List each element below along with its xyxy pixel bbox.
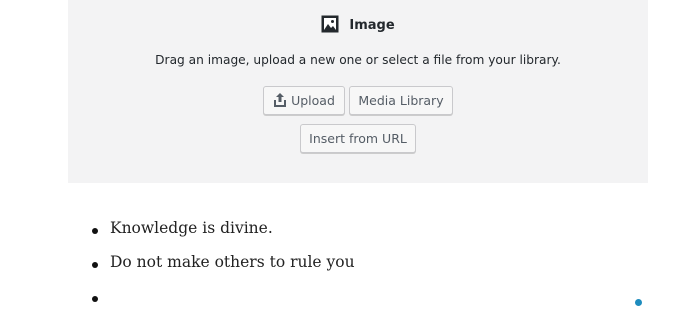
- image-block-instructions: Drag an image, upload a new one or selec…: [155, 53, 561, 67]
- upload-button-label: Upload: [291, 93, 335, 108]
- image-block-placeholder[interactable]: Image Drag an image, upload a new one or…: [68, 0, 648, 183]
- upload-button[interactable]: Upload: [263, 86, 345, 115]
- list-item[interactable]: Knowledge is divine.: [110, 219, 273, 237]
- image-icon: [321, 15, 339, 33]
- media-library-button[interactable]: Media Library: [349, 86, 453, 115]
- bullet-marker: [92, 228, 98, 234]
- bullet-marker: [92, 296, 98, 302]
- upload-icon: [274, 93, 287, 107]
- list-item[interactable]: Do not make others to rule you: [110, 253, 355, 271]
- block-inserter-dot[interactable]: [635, 299, 642, 306]
- bullet-marker: [92, 262, 98, 268]
- image-block-label: Image: [68, 15, 648, 33]
- media-library-button-label: Media Library: [358, 93, 444, 108]
- insert-from-url-button-label: Insert from URL: [309, 131, 407, 146]
- image-block-title: Image: [349, 17, 395, 33]
- insert-from-url-button[interactable]: Insert from URL: [300, 124, 416, 153]
